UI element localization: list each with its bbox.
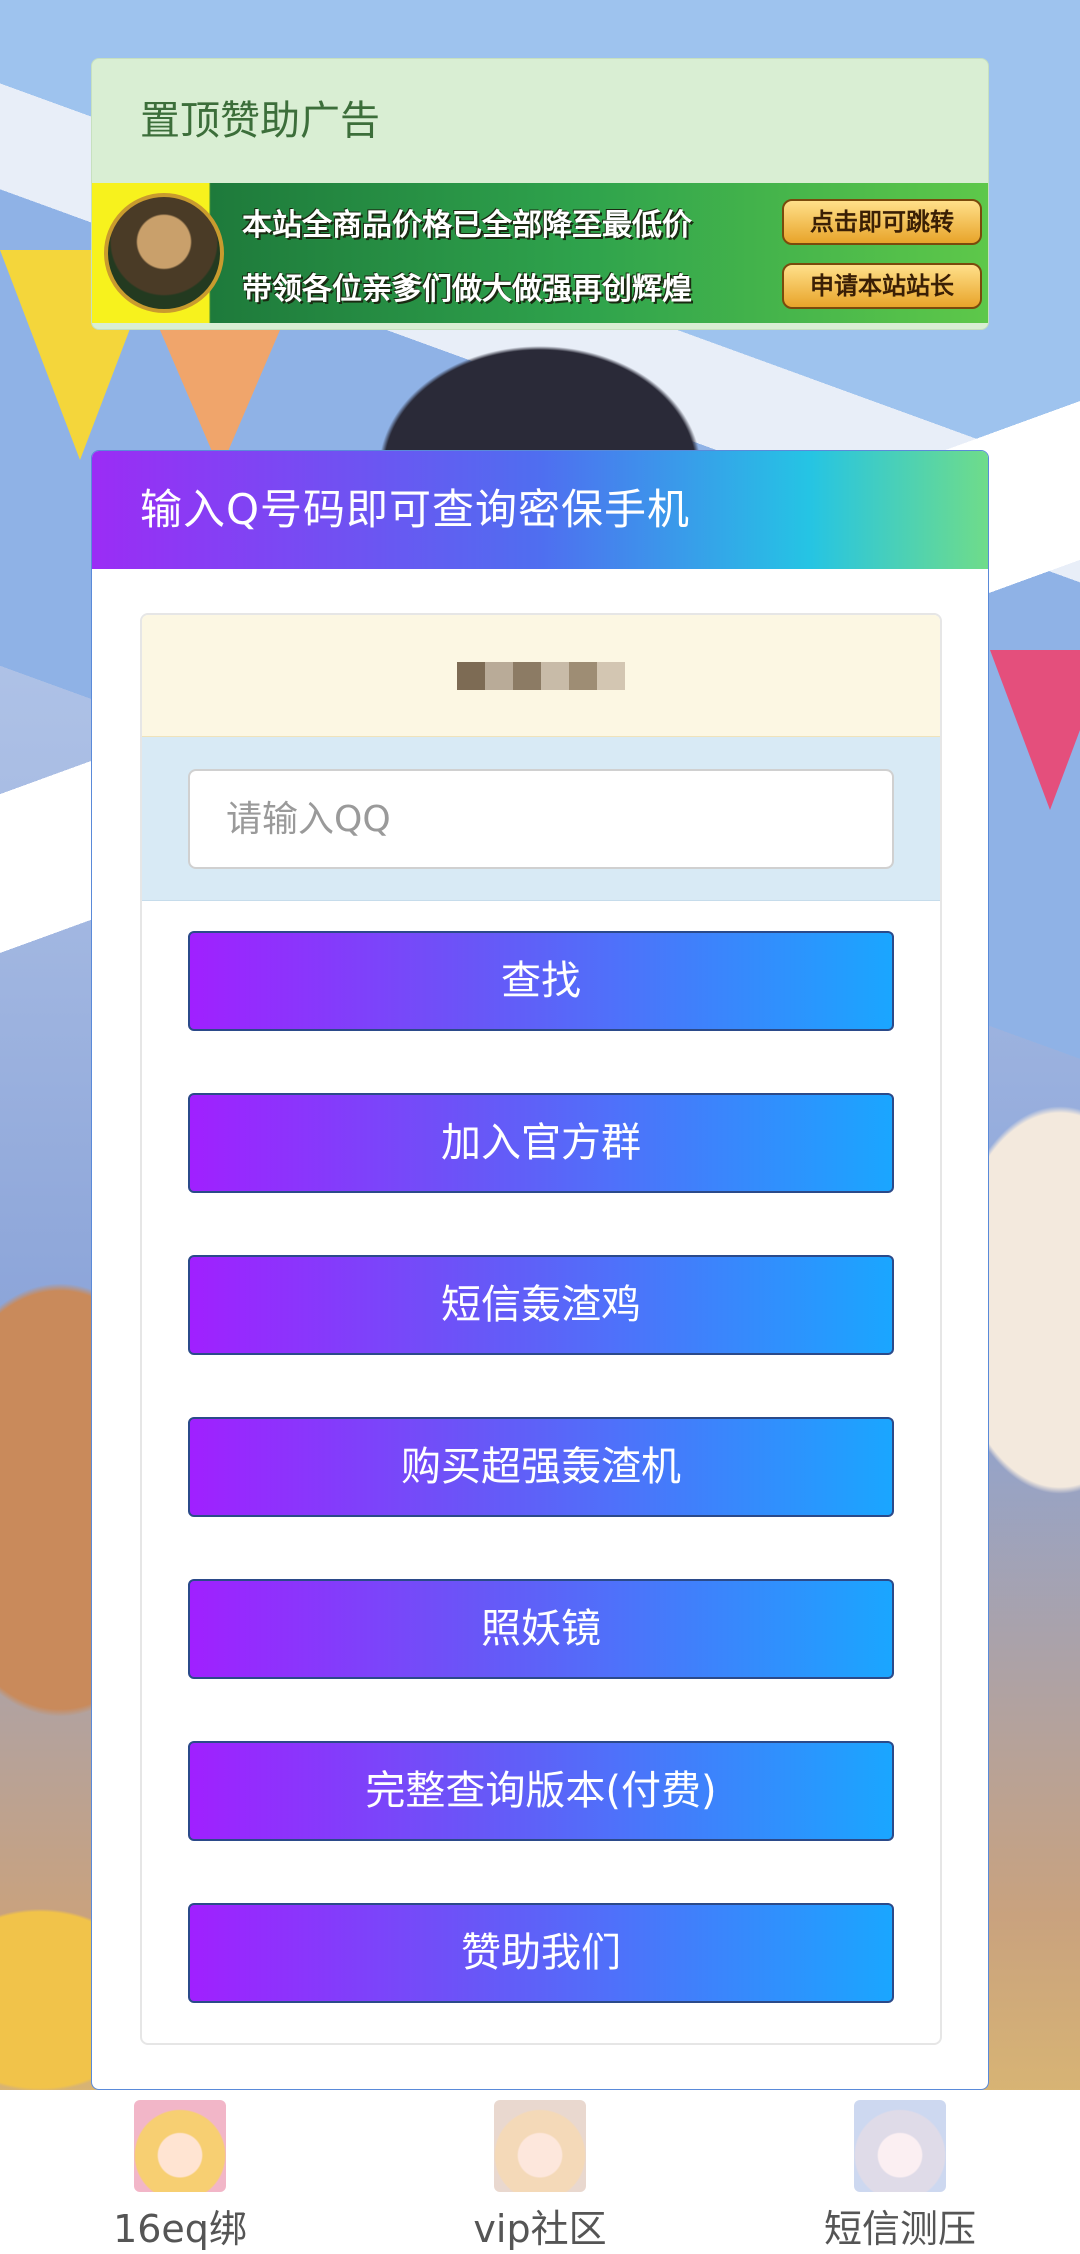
nav-item-label: vip社区 [473,2207,607,2251]
full-query-paid-button[interactable]: 完整查询版本(付费) [188,1741,894,1841]
nav-item-16eq[interactable]: 16eq绑 [60,2090,300,2254]
game-logo-icon [104,193,224,313]
sponsored-ad-panel: 置顶赞助广告 本站全商品价格已全部降至最低价 点击即可跳转 带领各位亲爹们做大做… [91,58,989,330]
action-button-list: 查找 加入官方群 短信轰渣鸡 购买超强轰渣机 照妖镜 完整查询版本(付费) 赞助… [142,901,940,2003]
mosaic-block [485,661,513,690]
pennant-decoration [990,650,1080,810]
bottom-nav: 16eq绑 vip社区 短信测压 [0,2090,1080,2254]
nav-item-vip-community[interactable]: vip社区 [420,2090,660,2254]
ad-banner[interactable]: 本站全商品价格已全部降至最低价 点击即可跳转 带领各位亲爹们做大做强再创辉煌 申… [92,183,988,323]
buy-bomber-button[interactable]: 购买超强轰渣机 [188,1417,894,1517]
mosaic-block [597,661,625,690]
join-official-group-button[interactable]: 加入官方群 [188,1093,894,1193]
pennant-decoration [160,330,280,470]
mosaic-block [569,661,597,690]
avatar-white-hair-girl-icon [854,2100,946,2192]
blurred-notice-text [457,661,625,690]
nav-item-label: 短信测压 [823,2207,976,2251]
avatar-blonde-girl-icon [134,2100,226,2192]
sms-bomb-button[interactable]: 短信轰渣鸡 [188,1255,894,1355]
notice-bar [142,615,940,737]
ad-text: 本站全商品价格已全部降至最低价 [242,208,692,243]
mirror-check-button[interactable]: 照妖镜 [188,1579,894,1679]
ad-panel-title: 置顶赞助广告 [140,98,380,144]
query-card: 查找 加入官方群 短信轰渣鸡 购买超强轰渣机 照妖镜 完整查询版本(付费) 赞助… [140,613,942,2045]
panel-header-title: 输入Q号码即可查询密保手机 [92,451,988,569]
ad-text: 带领各位亲爹们做大做强再创辉煌 [242,272,692,307]
sponsor-us-button[interactable]: 赞助我们 [188,1903,894,2003]
ad-row: 本站全商品价格已全部降至最低价 点击即可跳转 [242,191,982,253]
avatar-light-hair-girl-icon [494,2100,586,2192]
nav-item-sms-test[interactable]: 短信测压 [780,2090,1020,2254]
mosaic-block [541,661,569,690]
search-button[interactable]: 查找 [188,931,894,1031]
mosaic-block [457,661,485,690]
mosaic-block [513,661,541,690]
qq-number-input[interactable] [188,769,894,869]
query-panel: 输入Q号码即可查询密保手机 查找 加入官方群 短信轰渣鸡 购买超强轰渣机 照妖镜… [91,450,989,2090]
input-area [142,737,940,901]
apply-webmaster-button[interactable]: 申请本站站长 [782,263,982,309]
nav-item-label: 16eq绑 [113,2207,247,2251]
ad-jump-button[interactable]: 点击即可跳转 [782,199,982,245]
ad-row: 带领各位亲爹们做大做强再创辉煌 申请本站站长 [242,255,982,317]
